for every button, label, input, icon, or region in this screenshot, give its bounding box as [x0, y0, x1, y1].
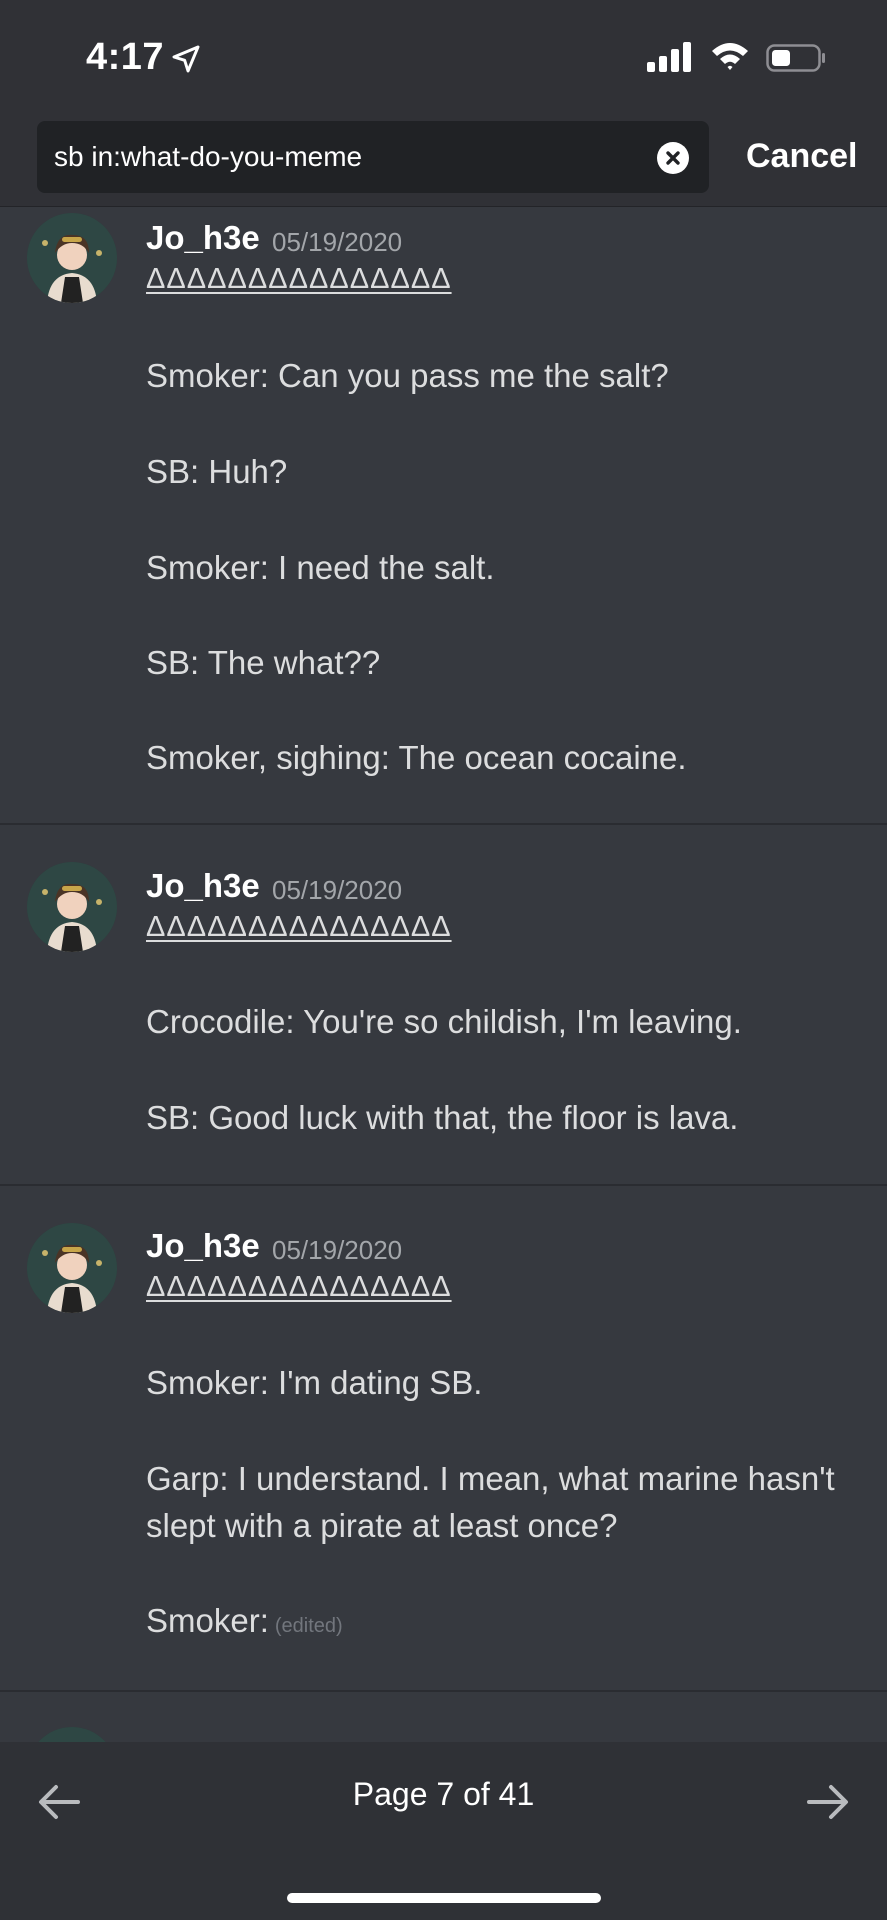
wifi-icon — [712, 43, 748, 70]
message-line: slept with a pirate at least once? — [146, 1507, 618, 1544]
avatar[interactable] — [27, 213, 117, 303]
edited-label: (edited) — [274, 1615, 343, 1637]
message-line: Crocodile: You're so childish, I'm leavi… — [146, 1003, 742, 1040]
status-time: 4:17 — [86, 36, 165, 78]
cancel-button[interactable]: Cancel — [746, 137, 858, 176]
message-line-text: Smoker: — [146, 1602, 269, 1639]
search-input[interactable]: sb in:what-do-you-meme — [37, 121, 709, 193]
message-line: Garp: I understand. I mean, what marine … — [146, 1460, 835, 1497]
avatar[interactable] — [27, 1223, 117, 1313]
battery-icon — [766, 44, 825, 72]
clear-search-button[interactable] — [657, 142, 689, 174]
message-line: Smoker, sighing: The ocean cocaine. — [146, 739, 687, 776]
message-timestamp: 05/19/2020 — [272, 227, 403, 257]
message-line: Smoker: (edited) — [146, 1602, 343, 1640]
message-author[interactable]: Jo_h3e — [146, 1227, 260, 1265]
home-indicator[interactable] — [287, 1893, 601, 1903]
message-delta-line: ΔΔΔΔΔΔΔΔΔΔΔΔΔΔΔ — [146, 911, 452, 943]
message-delta-line: ΔΔΔΔΔΔΔΔΔΔΔΔΔΔΔ — [146, 1271, 452, 1303]
message-line: SB: The what?? — [146, 644, 381, 681]
search-result-message[interactable]: Jo_h3e 05/19/2020 ΔΔΔΔΔΔΔΔΔΔΔΔΔΔΔ Smoker… — [0, 207, 887, 823]
result-divider — [0, 1690, 887, 1692]
location-arrow-icon — [172, 45, 200, 73]
avatar[interactable] — [27, 1727, 117, 1742]
status-bar: 4:17 — [0, 0, 887, 118]
search-query[interactable]: sb in:what-do-you-meme — [54, 141, 362, 173]
message-line: SB: Huh? — [146, 453, 288, 490]
next-page-button[interactable] — [797, 1772, 857, 1832]
search-result-message[interactable]: Jo_h3e 05/19/2020 ΔΔΔΔΔΔΔΔΔΔΔΔΔΔΔ Smoker… — [0, 1186, 887, 1686]
search-results-list: Jo_h3e 05/19/2020 ΔΔΔΔΔΔΔΔΔΔΔΔΔΔΔ Smoker… — [0, 207, 887, 1742]
message-timestamp: 05/19/2020 — [272, 875, 403, 905]
message-author[interactable]: Jo_h3e — [146, 219, 260, 257]
search-header: sb in:what-do-you-meme Cancel — [0, 118, 887, 207]
message-line: SB: Good luck with that, the floor is la… — [146, 1099, 739, 1136]
message-delta-line: ΔΔΔΔΔΔΔΔΔΔΔΔΔΔΔ — [146, 263, 452, 295]
message-author[interactable]: Jo_h3e — [146, 867, 260, 905]
avatar[interactable] — [27, 862, 117, 952]
message-line: Smoker: Can you pass me the salt? — [146, 357, 669, 394]
message-timestamp: 05/19/2020 — [272, 1235, 403, 1265]
page-indicator: Page 7 of 41 — [352, 1776, 535, 1812]
search-result-message[interactable]: Jo_h3e 05/19/2020 ΔΔΔΔΔΔΔΔΔΔΔΔΔΔΔ Crocod… — [0, 825, 887, 1185]
close-icon — [666, 151, 680, 165]
pagination-bar: Page 7 of 41 — [0, 1742, 887, 1920]
cellular-signal-icon — [647, 42, 691, 72]
message-line: Smoker: I'm dating SB. — [146, 1364, 483, 1401]
message-line: Smoker: I need the salt. — [146, 549, 495, 586]
